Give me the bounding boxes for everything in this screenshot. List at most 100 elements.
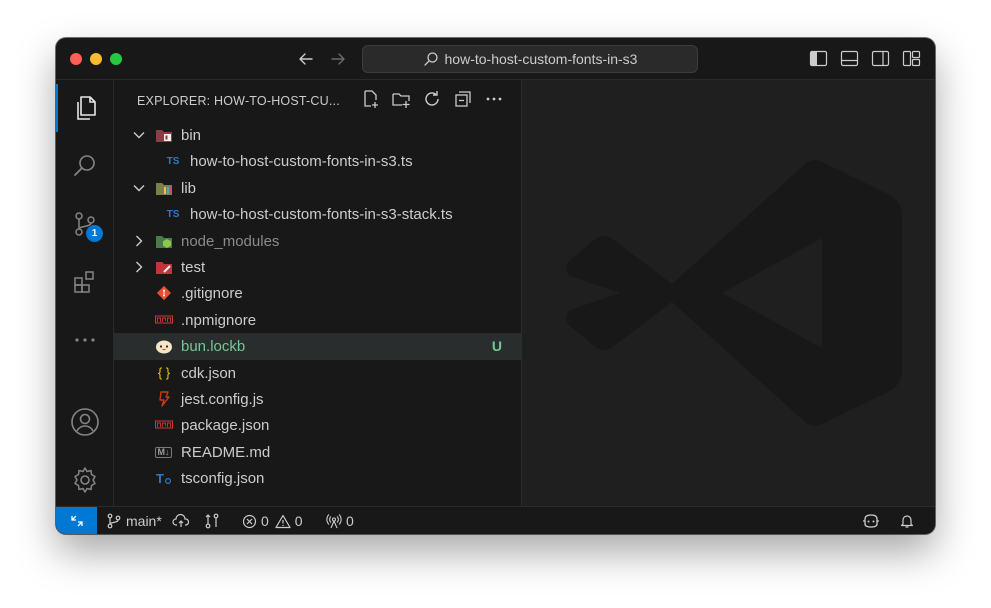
explorer-header: EXPLORER: HOW-TO-HOST-CU... bbox=[114, 80, 522, 118]
jest-icon bbox=[155, 391, 173, 407]
npm-icon bbox=[155, 312, 173, 328]
copilot-status[interactable] bbox=[862, 511, 880, 531]
editor-area bbox=[522, 80, 935, 506]
explorer-actions bbox=[360, 89, 504, 109]
broadcast-icon bbox=[326, 514, 342, 529]
source-control-badge: 1 bbox=[86, 225, 103, 242]
search-text: how-to-host-custom-fonts-in-s3 bbox=[444, 51, 638, 67]
command-center-search[interactable]: how-to-host-custom-fonts-in-s3 bbox=[362, 45, 698, 73]
branch-name: main* bbox=[126, 513, 162, 529]
tree-item-label: .gitignore bbox=[181, 285, 243, 303]
explorer-sidebar: EXPLORER: HOW-TO-HOST-CU... bin TS how-t… bbox=[114, 80, 522, 506]
tree-item-bin[interactable]: bin bbox=[114, 122, 522, 148]
remote-indicator[interactable] bbox=[56, 507, 97, 534]
arrow-right-icon[interactable] bbox=[328, 49, 348, 69]
vscode-window: how-to-host-custom-fonts-in-s3 1 EXPLORE… bbox=[56, 38, 935, 534]
manage-activity[interactable] bbox=[56, 456, 114, 504]
tree-item-bun-lockb[interactable]: bun.lockb U bbox=[114, 333, 522, 360]
git-icon bbox=[155, 285, 173, 301]
refresh-icon[interactable] bbox=[422, 89, 442, 109]
error-icon bbox=[242, 514, 257, 528]
notifications[interactable] bbox=[899, 511, 915, 531]
new-file-icon[interactable] bbox=[360, 89, 380, 109]
title-bar: how-to-host-custom-fonts-in-s3 bbox=[56, 38, 935, 80]
git-compare-icon bbox=[205, 513, 219, 529]
tree-item-package-json[interactable]: package.json bbox=[114, 412, 522, 438]
publish-branch[interactable] bbox=[172, 511, 190, 531]
markdown-icon: M↓ bbox=[155, 446, 172, 458]
files-icon bbox=[77, 96, 96, 120]
close-window-button[interactable] bbox=[70, 53, 82, 65]
tree-item-bin-ts[interactable]: TS how-to-host-custom-fonts-in-s3.ts bbox=[114, 148, 522, 174]
customize-layout-icon[interactable] bbox=[902, 49, 921, 68]
extensions-activity[interactable] bbox=[56, 258, 114, 306]
search-icon bbox=[423, 52, 438, 66]
minimize-window-button[interactable] bbox=[90, 53, 102, 65]
bell-icon bbox=[900, 515, 914, 528]
maximize-window-button[interactable] bbox=[110, 53, 122, 65]
tree-item-node-modules[interactable]: node_modules bbox=[114, 228, 522, 254]
folder-bin-icon bbox=[155, 127, 173, 143]
problems-indicator[interactable]: 0 0 bbox=[242, 511, 303, 531]
tree-item-npmignore[interactable]: .npmignore bbox=[114, 307, 522, 333]
git-graph[interactable] bbox=[204, 511, 220, 531]
chevron-down-icon bbox=[133, 132, 145, 139]
git-branch[interactable]: main* bbox=[106, 511, 162, 531]
more-actions-icon[interactable] bbox=[484, 89, 504, 109]
toggle-panel-icon[interactable] bbox=[840, 49, 859, 68]
tree-item-lib[interactable]: lib bbox=[114, 175, 522, 201]
tree-item-label: how-to-host-custom-fonts-in-s3-stack.ts bbox=[190, 206, 453, 224]
tree-item-cdk-json[interactable]: { } cdk.json bbox=[114, 360, 522, 386]
warning-icon bbox=[275, 514, 291, 528]
collapse-all-icon[interactable] bbox=[453, 89, 473, 109]
tree-item-lib-ts[interactable]: TS how-to-host-custom-fonts-in-s3-stack.… bbox=[114, 201, 522, 227]
explorer-activity[interactable] bbox=[56, 84, 114, 132]
tsconfig-icon: T bbox=[155, 470, 173, 486]
vscode-watermark-icon bbox=[566, 160, 902, 426]
ports-indicator[interactable]: 0 bbox=[326, 511, 354, 531]
tree-item-tsconfig[interactable]: T tsconfig.json bbox=[114, 465, 522, 491]
layout-controls bbox=[809, 49, 921, 68]
tsconfig-icon-letter: T bbox=[156, 470, 164, 486]
typescript-icon: TS bbox=[166, 155, 180, 167]
warning-count: 0 bbox=[294, 513, 303, 529]
tree-item-label: how-to-host-custom-fonts-in-s3.ts bbox=[190, 153, 413, 171]
accounts-activity[interactable] bbox=[56, 398, 114, 446]
folder-lib-icon bbox=[155, 180, 173, 196]
tree-item-label: lib bbox=[181, 179, 197, 197]
search-activity[interactable] bbox=[56, 142, 114, 190]
tree-item-label: README.md bbox=[181, 443, 271, 461]
tree-item-jest-config[interactable]: jest.config.js bbox=[114, 386, 522, 412]
chevron-down-icon bbox=[133, 184, 145, 192]
activity-bar: 1 bbox=[56, 80, 114, 506]
source-control-activity[interactable]: 1 bbox=[56, 200, 114, 248]
tree-item-label: jest.config.js bbox=[181, 390, 264, 408]
tree-item-readme[interactable]: M↓ README.md bbox=[114, 439, 522, 465]
tree-item-label: bun.lockb bbox=[181, 338, 246, 356]
remote-icon bbox=[70, 515, 83, 526]
status-bar: main* 0 0 0 bbox=[56, 506, 935, 534]
gear-icon bbox=[74, 467, 96, 493]
arrow-left-icon[interactable] bbox=[296, 49, 316, 69]
more-activity[interactable] bbox=[56, 316, 114, 364]
ellipsis-icon bbox=[75, 338, 95, 342]
tree-item-test[interactable]: test bbox=[114, 254, 522, 280]
extensions-icon bbox=[74, 271, 94, 293]
search-icon bbox=[74, 155, 95, 176]
cloud-upload-icon bbox=[172, 513, 190, 527]
chevron-right-icon bbox=[136, 261, 143, 273]
new-folder-icon[interactable] bbox=[391, 89, 411, 109]
chevron-right-icon bbox=[136, 235, 143, 247]
git-untracked-badge: U bbox=[491, 338, 502, 355]
error-count: 0 bbox=[261, 513, 269, 529]
tree-item-label: .npmignore bbox=[181, 311, 257, 329]
file-tree: bin TS how-to-host-custom-fonts-in-s3.ts… bbox=[114, 122, 522, 491]
tree-item-label: node_modules bbox=[181, 232, 280, 250]
explorer-title: EXPLORER: HOW-TO-HOST-CU... bbox=[137, 94, 340, 108]
tree-item-label: test bbox=[181, 258, 206, 276]
typescript-icon: TS bbox=[166, 208, 180, 220]
toggle-primary-sidebar-icon[interactable] bbox=[809, 49, 828, 68]
tree-item-gitignore[interactable]: .gitignore bbox=[114, 280, 522, 306]
ports-count: 0 bbox=[346, 513, 354, 529]
toggle-secondary-sidebar-icon[interactable] bbox=[871, 49, 890, 68]
